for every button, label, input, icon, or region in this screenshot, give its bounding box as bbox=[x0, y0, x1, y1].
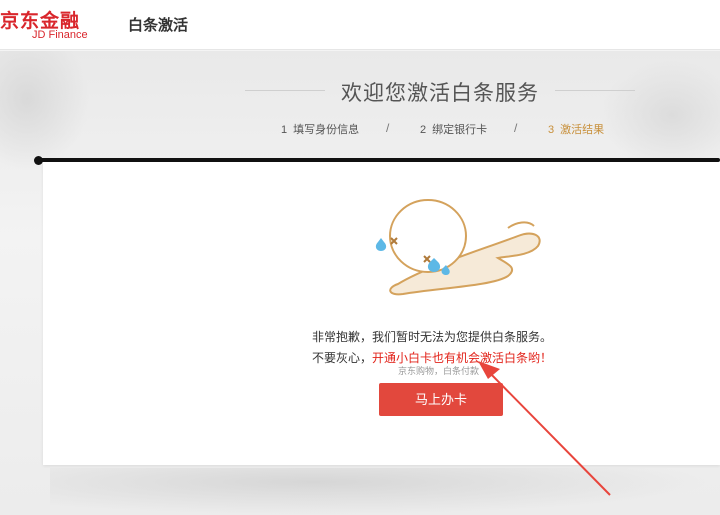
result-message: 非常抱歉，我们暂时无法为您提供白条服务。 bbox=[312, 330, 553, 344]
step-1: 1 填写身份信息 bbox=[281, 121, 359, 137]
card-corner-dot bbox=[34, 156, 43, 165]
welcome-divider-right bbox=[555, 90, 635, 91]
step-number: 1 bbox=[281, 124, 288, 136]
step-label: 填写身份信息 bbox=[293, 124, 360, 136]
step-number: 3 bbox=[548, 124, 555, 136]
step-3-active: 3 激活结果 bbox=[548, 121, 604, 137]
step-label: 激活结果 bbox=[560, 124, 605, 136]
step-separator: / bbox=[386, 121, 390, 135]
crying-mascot-illustration bbox=[375, 199, 541, 296]
jd-finance-logo-en: JD Finance bbox=[32, 29, 88, 41]
encouragement-prefix: 不要灰心， bbox=[312, 351, 373, 365]
step-number: 2 bbox=[420, 124, 427, 136]
hero-decoration-left bbox=[0, 51, 90, 171]
tear-icon bbox=[375, 238, 387, 251]
top-bar: 京东金融 JD Finance 白条激活 bbox=[0, 0, 720, 50]
mascot-arm bbox=[507, 221, 535, 229]
card-note: 京东购物，白条付款 bbox=[398, 366, 480, 376]
page-title: 白条激活 bbox=[128, 17, 189, 34]
apply-card-button[interactable]: 马上办卡 bbox=[379, 383, 503, 416]
hero-decoration-right bbox=[600, 60, 720, 170]
welcome-divider-left bbox=[245, 90, 325, 91]
step-2: 2 绑定银行卡 bbox=[420, 121, 487, 137]
welcome-title: 欢迎您激活白条服务 bbox=[341, 82, 539, 105]
hero-decoration-bottom bbox=[50, 468, 710, 515]
step-label: 绑定银行卡 bbox=[432, 124, 488, 136]
encouragement-highlight: 开通小白卡也有机会激活白条哟！ bbox=[372, 351, 553, 365]
step-separator: / bbox=[514, 121, 518, 135]
